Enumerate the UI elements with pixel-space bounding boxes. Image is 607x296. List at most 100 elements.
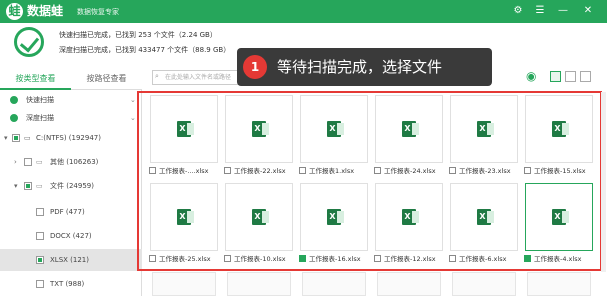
excel-file-icon: X: [402, 121, 419, 137]
menu-icon[interactable]: ☰: [532, 3, 548, 19]
sidebar-item-files[interactable]: ▾ ▭ 文件 (24959): [0, 176, 142, 196]
pdf-checkbox[interactable]: [36, 208, 44, 216]
file-card[interactable]: X: [225, 95, 293, 163]
file-caption: 工作报表-16.xlsx: [299, 254, 361, 264]
step-number-badge: 1: [243, 55, 267, 79]
file-card[interactable]: X: [375, 183, 443, 251]
preview-eye-icon[interactable]: ◉: [526, 69, 536, 83]
file-checkbox[interactable]: [299, 255, 306, 262]
excel-file-icon: X: [327, 121, 344, 137]
sidebar-item-label: XLSX (121): [50, 256, 89, 264]
file-checkbox[interactable]: [374, 255, 381, 262]
close-icon[interactable]: ✕: [580, 3, 596, 19]
file-name: 工作报表-22.xlsx: [234, 167, 286, 175]
sidebar-item-label: 其他 (106263): [50, 158, 99, 166]
file-caption: 工作报表-25.xlsx: [149, 254, 211, 264]
sidebar-item-label: TXT (988): [50, 280, 85, 288]
file-checkbox[interactable]: [449, 255, 456, 262]
tab-by-type[interactable]: 按类型查看: [0, 68, 71, 90]
file-name: 工作报表-23.xlsx: [459, 167, 511, 175]
file-caption: 工作报表-10.xlsx: [224, 254, 286, 264]
sidebar-item-label: PDF (477): [50, 208, 85, 216]
sidebar-item-txt[interactable]: TXT (988): [0, 274, 142, 294]
docx-checkbox[interactable]: [36, 232, 44, 240]
excel-file-icon: X: [327, 209, 344, 225]
file-caption: 工作报表-6.xlsx: [449, 254, 506, 264]
file-caption: 工作报表-23.xlsx: [449, 166, 511, 176]
file-card[interactable]: X: [375, 95, 443, 163]
file-card-partial[interactable]: [227, 272, 291, 296]
chevron-down-icon[interactable]: ⌄: [130, 90, 136, 110]
file-name: 工作报表-10.xlsx: [234, 255, 286, 263]
drive-c-checkbox[interactable]: [12, 134, 20, 142]
sidebar-item-drive-c[interactable]: ▾ ▭ C:(NTFS) (192947): [0, 128, 142, 148]
file-card-partial[interactable]: [452, 272, 516, 296]
sidebar-item-label: DOCX (427): [50, 232, 92, 240]
expand-arrow-icon[interactable]: ▾: [14, 176, 18, 196]
view-tabs: 按类型查看 按路径查看: [0, 68, 142, 90]
file-checkbox[interactable]: [299, 167, 306, 174]
txt-checkbox[interactable]: [36, 280, 44, 288]
file-card-partial[interactable]: [152, 272, 216, 296]
file-card[interactable]: X: [300, 95, 368, 163]
files-checkbox[interactable]: [24, 182, 32, 190]
xlsx-checkbox[interactable]: [36, 256, 44, 264]
file-caption: 工作报表-12.xlsx: [374, 254, 436, 264]
file-caption: 工作报表1.xlsx: [299, 166, 354, 176]
instruction-tooltip: 1 等待扫描完成，选择文件: [237, 48, 492, 86]
file-checkbox[interactable]: [524, 255, 531, 262]
other-checkbox[interactable]: [24, 158, 32, 166]
file-checkbox[interactable]: [149, 167, 156, 174]
file-card[interactable]: X: [225, 183, 293, 251]
file-checkbox[interactable]: [374, 167, 381, 174]
scrollbar[interactable]: [601, 92, 606, 272]
sidebar-item-deep-scan[interactable]: 深度扫描 ⌄: [0, 108, 142, 128]
grid-view-icon[interactable]: [550, 71, 561, 82]
minimize-icon[interactable]: —: [555, 3, 571, 19]
file-caption: 工作报表-....xlsx: [149, 166, 209, 176]
detail-view-icon[interactable]: [580, 71, 591, 82]
file-card[interactable]: X: [150, 95, 218, 163]
file-checkbox[interactable]: [224, 255, 231, 262]
deep-scan-radio[interactable]: [10, 114, 18, 122]
sidebar-item-pdf[interactable]: PDF (477): [0, 202, 142, 222]
tab-by-path[interactable]: 按路径查看: [71, 68, 142, 90]
file-card[interactable]: X: [450, 95, 518, 163]
file-card[interactable]: X: [450, 183, 518, 251]
file-card-partial[interactable]: [377, 272, 441, 296]
file-name: 工作报表-4.xlsx: [534, 255, 582, 263]
file-card[interactable]: X: [525, 95, 593, 163]
file-checkbox[interactable]: [449, 167, 456, 174]
file-card-partial[interactable]: [302, 272, 366, 296]
quick-scan-radio[interactable]: [10, 96, 18, 104]
file-card[interactable]: X: [525, 183, 593, 251]
list-view-icon[interactable]: [565, 71, 576, 82]
file-caption: 工作报表-15.xlsx: [524, 166, 586, 176]
sidebar-item-label: C:(NTFS) (192947): [36, 134, 101, 142]
app-name: 数据蛙: [27, 4, 64, 18]
chevron-down-icon[interactable]: ⌄: [130, 108, 136, 128]
file-name: 工作报表-16.xlsx: [309, 255, 361, 263]
expand-arrow-icon[interactable]: ›: [14, 152, 17, 172]
file-name: 工作报表-....xlsx: [159, 167, 209, 175]
sidebar-item-xlsx[interactable]: XLSX (121): [0, 249, 142, 271]
file-card[interactable]: X: [150, 183, 218, 251]
file-card-partial[interactable]: [527, 272, 591, 296]
file-checkbox[interactable]: [224, 167, 231, 174]
excel-file-icon: X: [177, 121, 194, 137]
settings-icon[interactable]: ⚙: [510, 3, 526, 19]
excel-file-icon: X: [402, 209, 419, 225]
sidebar-item-quick-scan[interactable]: 快速扫描 ⌄: [0, 90, 142, 110]
file-name: 工作报表-15.xlsx: [534, 167, 586, 175]
file-name: 工作报表-6.xlsx: [459, 255, 507, 263]
sidebar-item-other[interactable]: › ▭ 其他 (106263): [0, 152, 142, 172]
file-checkbox[interactable]: [149, 255, 156, 262]
expand-arrow-icon[interactable]: ▾: [4, 128, 8, 148]
excel-file-icon: X: [552, 121, 569, 137]
sidebar-item-docx[interactable]: DOCX (427): [0, 226, 142, 246]
deep-scan-status: 深度扫描已完成，已找到 433477 个文件（88.9 GB）: [59, 46, 231, 54]
excel-file-icon: X: [252, 121, 269, 137]
file-card[interactable]: X: [300, 183, 368, 251]
file-checkbox[interactable]: [524, 167, 531, 174]
sidebar-item-label: 深度扫描: [26, 114, 54, 122]
